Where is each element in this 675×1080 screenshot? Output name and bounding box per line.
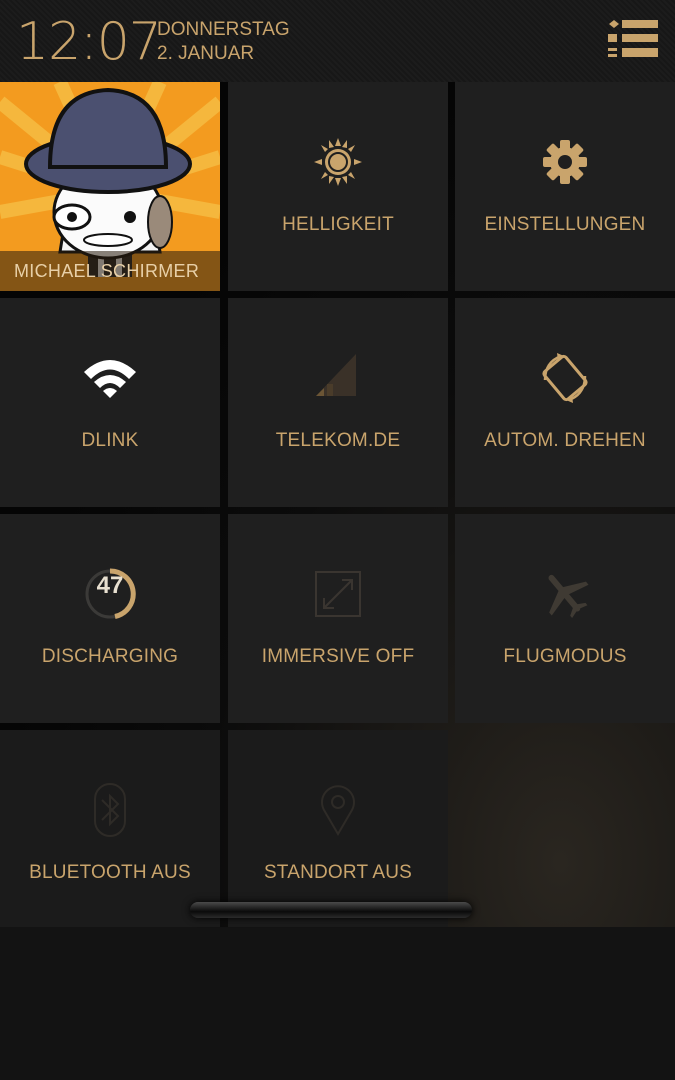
location-icon [321,785,355,836]
date-label: 2. JANUAR [157,43,255,64]
clock[interactable]: 12:07 [16,12,162,72]
wifi-icon [84,360,136,398]
tile-label: HELLIGKEIT [282,214,394,235]
quick-settings-toggle-button[interactable] [602,16,660,64]
cell-signal-icon [316,354,356,396]
tile-label: DISCHARGING [41,646,179,667]
bluetooth-tile[interactable]: BLUETOOTH AUS [0,730,220,927]
bluetooth-icon [94,783,126,837]
tile-label: STANDORT AUS [263,862,413,883]
airplane-icon [548,574,589,619]
wifi-tile[interactable]: DLINK [0,298,220,507]
battery-level: 47 [96,572,124,599]
location-tile[interactable]: STANDORT AUS [228,730,448,927]
mobile-network-tile[interactable]: TELEKOM.DE [228,298,448,507]
date-display[interactable]: DONNERSTAG 2. JANUAR [157,18,290,66]
profile-name: MICHAEL SCHIRMER [14,261,200,281]
brightness-icon [314,138,362,186]
user-profile-tile[interactable]: MICHAEL SCHIRMER [0,82,220,291]
notification-header: 12:07 DONNERSTAG 2. JANUAR [0,0,675,82]
tile-label: TELEKOM.DE [275,430,401,451]
airplane-mode-tile[interactable]: FLUGMODUS [455,514,675,723]
auto-rotate-icon [542,353,588,403]
auto-rotate-tile[interactable]: AUTOM. DREHEN [455,298,675,507]
empty-notification-area [0,927,675,1080]
gear-icon [543,140,587,184]
tile-label: IMMERSIVE OFF [261,646,415,667]
brightness-tile[interactable]: HELLIGKEIT [228,82,448,291]
tile-label: EINSTELLUNGEN [484,214,646,235]
tile-label: DLINK [81,430,139,451]
battery-tile[interactable]: 47 DISCHARGING [0,514,220,723]
settings-tile[interactable]: EINSTELLUNGEN [455,82,675,291]
weekday-label: DONNERSTAG [157,19,290,40]
drag-handle[interactable] [190,902,472,918]
tile-label: FLUGMODUS [503,646,627,667]
immersive-tile[interactable]: IMMERSIVE OFF [228,514,448,723]
list-menu-icon [608,20,658,57]
tile-label: BLUETOOTH AUS [29,862,191,883]
immersive-icon [315,571,361,617]
tile-label: AUTOM. DREHEN [484,430,646,451]
